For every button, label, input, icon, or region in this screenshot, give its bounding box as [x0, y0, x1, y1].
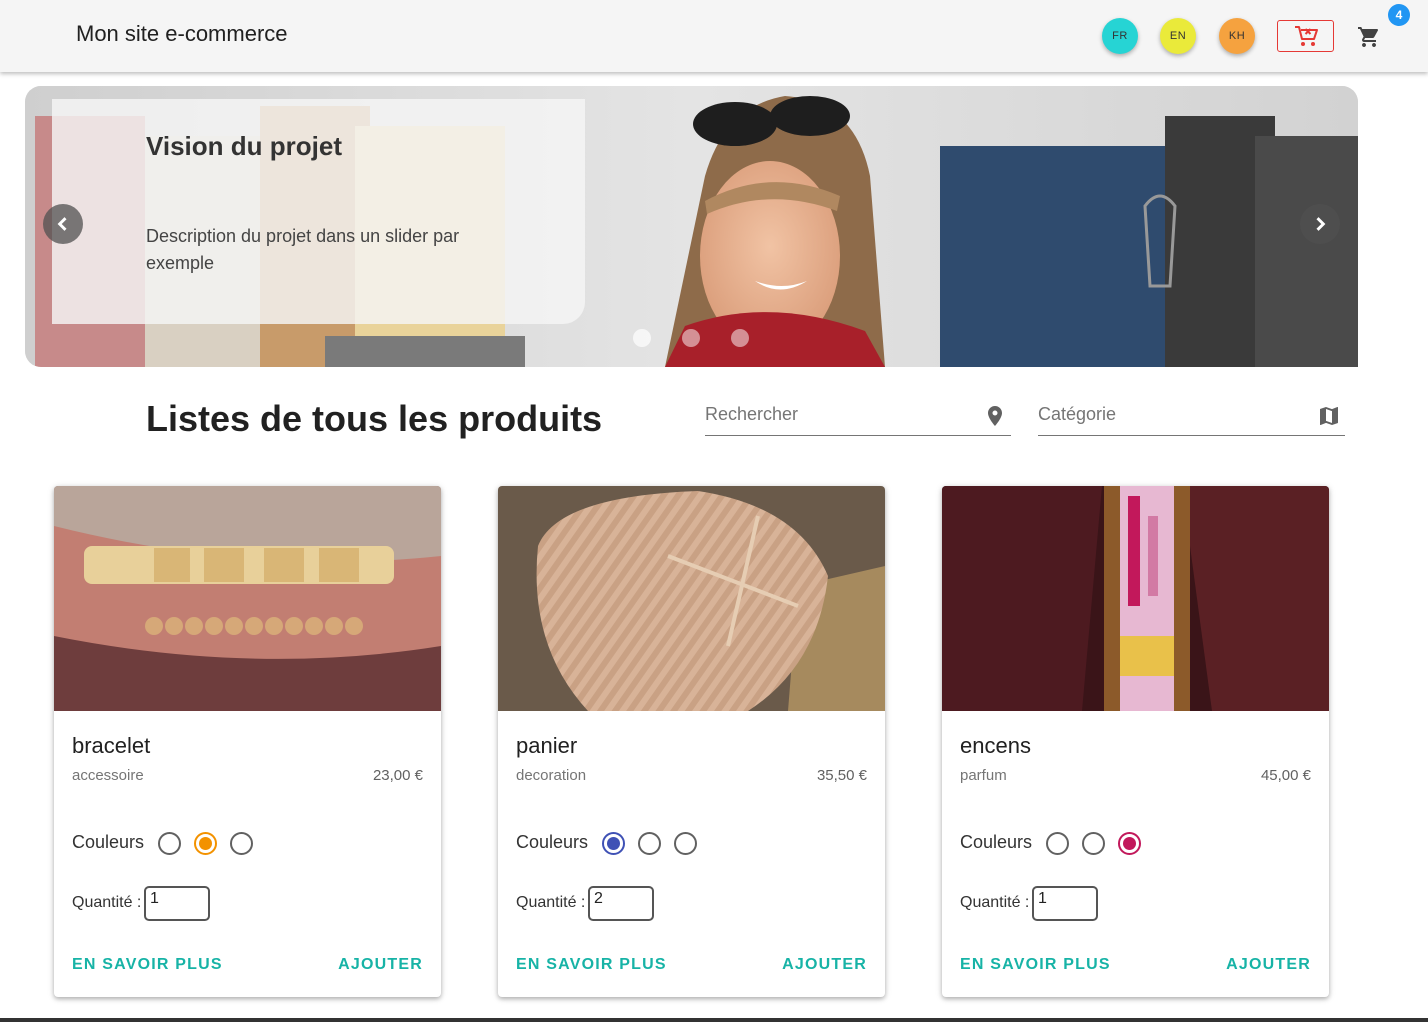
- quantity-label: Quantité :: [516, 894, 586, 911]
- product-name: encens: [960, 733, 1031, 758]
- slider-dot-3[interactable]: [731, 329, 749, 347]
- color-radio-3[interactable]: [1118, 832, 1141, 855]
- product-price: 23,00 €: [372, 767, 423, 784]
- category-field: [1038, 396, 1345, 436]
- slider-dot-1[interactable]: [633, 329, 651, 347]
- colors-label: Couleurs: [960, 832, 1033, 852]
- color-radio-3[interactable]: [230, 832, 253, 855]
- product-image-bracelet: [54, 486, 441, 711]
- product-category: decoration: [516, 767, 587, 784]
- add-to-cart-button[interactable]: AJOUTER: [338, 956, 423, 974]
- hero-title: Vision du projet: [146, 131, 342, 161]
- add-to-cart-button[interactable]: AJOUTER: [782, 956, 867, 974]
- chevron-right-icon: [1316, 217, 1326, 231]
- product-name: bracelet: [72, 733, 151, 758]
- learn-more-button[interactable]: EN SAVOIR PLUS: [72, 956, 223, 974]
- add-to-cart-button[interactable]: AJOUTER: [1226, 956, 1311, 974]
- product-image-panier: [498, 486, 885, 711]
- color-radio-2[interactable]: [638, 832, 661, 855]
- product-price: 45,00 €: [1260, 767, 1311, 784]
- hero-description: Description du projet dans un slider par…: [146, 226, 460, 273]
- products-section-title: Listes de tous les produits: [146, 398, 603, 439]
- chevron-left-icon: [57, 217, 67, 231]
- remove-shopping-cart-icon: [1294, 26, 1318, 46]
- slider-prev-button[interactable]: [43, 204, 83, 244]
- hero-caption-card: Vision du projet Description du projet d…: [52, 99, 585, 324]
- learn-more-button[interactable]: EN SAVOIR PLUS: [516, 956, 667, 974]
- color-radio-1[interactable]: [158, 832, 181, 855]
- product-name: panier: [516, 733, 578, 758]
- quantity-input[interactable]: [1032, 886, 1098, 921]
- language-fr-button[interactable]: FR: [1102, 18, 1138, 54]
- product-card-panier: panier decoration 35,50 € Couleurs Quant…: [498, 486, 885, 997]
- quantity-label: Quantité :: [960, 894, 1030, 911]
- quantity-input[interactable]: [144, 886, 210, 921]
- hero-slider: Vision du projet Description du projet d…: [25, 86, 1358, 367]
- language-kh-button[interactable]: KH: [1219, 18, 1255, 54]
- colors-label: Couleurs: [516, 832, 589, 852]
- color-radio-2[interactable]: [1082, 832, 1105, 855]
- color-radio-2[interactable]: [194, 832, 217, 855]
- cart-count-badge: 4: [1388, 4, 1410, 26]
- cart-button[interactable]: [1354, 22, 1384, 52]
- colors-label: Couleurs: [72, 832, 145, 852]
- product-card-bracelet: bracelet accessoire 23,00 € Couleurs Qua…: [54, 486, 441, 997]
- language-en-button[interactable]: EN: [1160, 18, 1196, 54]
- quantity-label: Quantité :: [72, 894, 142, 911]
- product-image-encens: [942, 486, 1329, 711]
- search-field: [705, 396, 1011, 436]
- slider-next-button[interactable]: [1300, 204, 1340, 244]
- top-toolbar: Mon site e-commerce FR EN KH 4: [0, 0, 1428, 72]
- site-title: Mon site e-commerce: [76, 21, 288, 46]
- shopping-cart-icon: [1358, 27, 1379, 47]
- search-input[interactable]: [705, 404, 965, 425]
- slider-dot-2[interactable]: [682, 329, 700, 347]
- product-price: 35,50 €: [816, 767, 867, 784]
- color-radio-3[interactable]: [674, 832, 697, 855]
- place-icon: [988, 406, 1002, 426]
- color-radio-1[interactable]: [602, 832, 625, 855]
- product-category: parfum: [960, 767, 1007, 784]
- quantity-input[interactable]: [588, 886, 654, 921]
- clear-cart-button[interactable]: [1277, 20, 1334, 52]
- bottom-border: [0, 1018, 1428, 1022]
- learn-more-button[interactable]: EN SAVOIR PLUS: [960, 956, 1111, 974]
- product-card-encens: encens parfum 45,00 € Couleurs Quantité …: [942, 486, 1329, 997]
- category-input[interactable]: [1038, 404, 1298, 425]
- color-radio-1[interactable]: [1046, 832, 1069, 855]
- map-icon: [1320, 407, 1338, 425]
- product-category: accessoire: [72, 767, 144, 784]
